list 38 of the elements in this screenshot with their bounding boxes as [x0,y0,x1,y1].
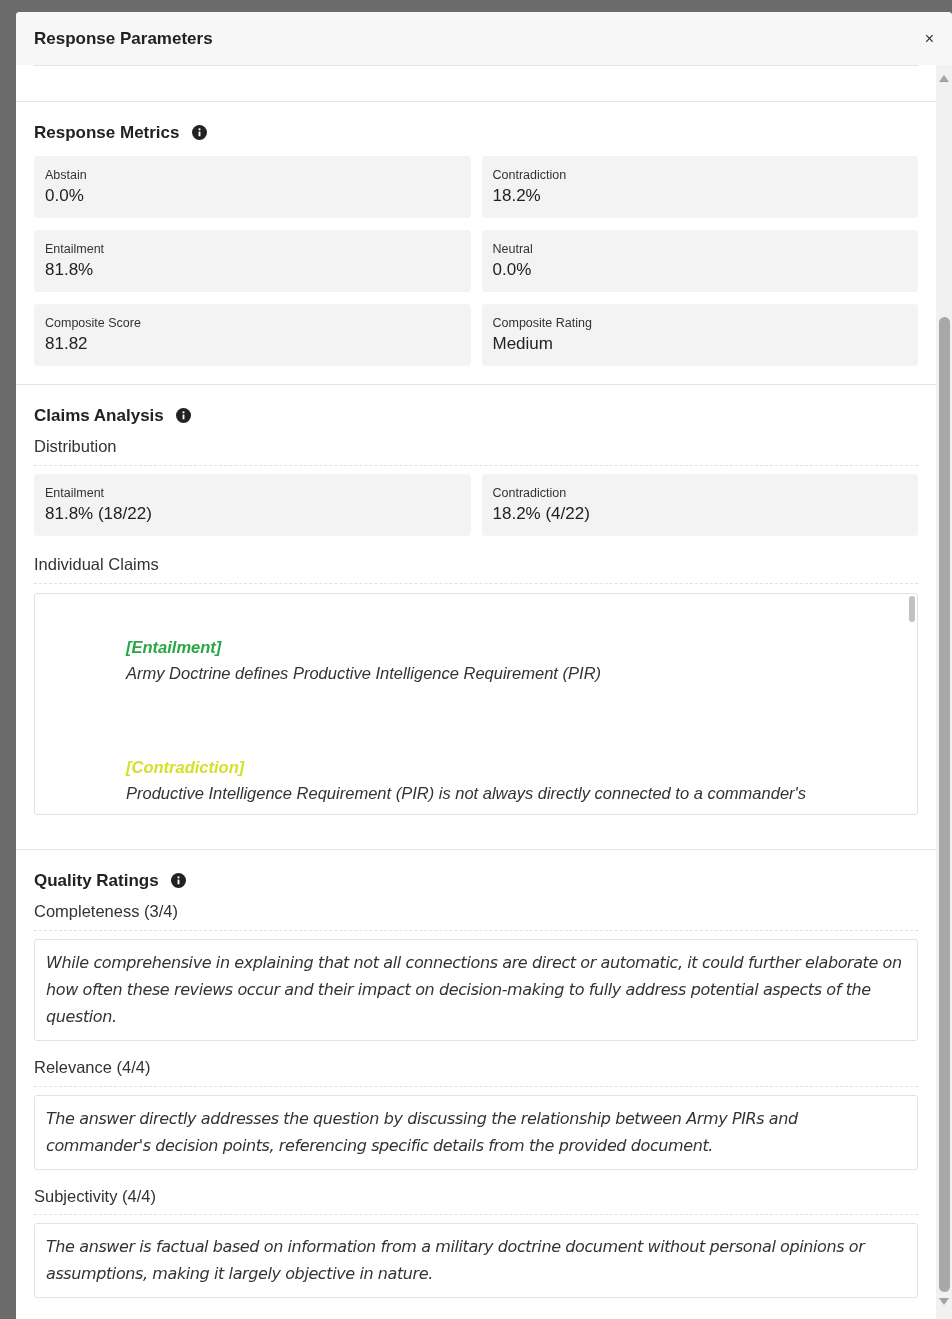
claim-label: [Entailment] [126,636,223,658]
metric-label: Neutral [492,240,534,257]
comment-text: While comprehensive in explaining that not all connections are direct or automatic, it could further elaborate on how often these reviews occur and their impact on decision-making to fully address potential aspects of the question. [46,951,903,1028]
metric-value: 0.0% [492,258,533,281]
metric-label: Entailment [45,484,106,501]
subheading: Subjectivity (4/4) [34,1183,918,1216]
metric-value: 18.2% [492,184,542,207]
subheading: Distribution [34,434,918,466]
claim-label: [Contradiction] [126,756,246,778]
info-icon[interactable] [175,407,191,423]
section-title: Response Metrics [34,122,180,144]
subheading: Completeness (3/4) [34,899,918,931]
claim-text: Army Doctrine defines Productive Intelligence Requirement (PIR) [126,662,603,684]
info-icon[interactable] [191,125,207,141]
section-title: Claims Analysis [34,404,164,427]
metric-label: Composite Score [45,314,142,331]
section-title: Quality Ratings [34,869,159,892]
metric-value: 81.82 [45,332,89,355]
scrollbar-thumb[interactable] [938,317,950,1292]
metric-label: Abstain [45,166,88,183]
metric-value: 81.8% [45,258,95,281]
metric-label: Contradiction [492,166,568,183]
scrollbar-thumb [909,595,915,622]
comment-text: The answer is factual based on information from a military doctrine document without personal opinions or assumptions, making it largely objective in nature. [46,1236,867,1286]
close-button[interactable]: × [922,26,936,51]
metric-label: Entailment [45,240,106,257]
metric-label: Contradiction [492,484,568,501]
metric-label: Composite Rating [492,314,593,331]
metric-value: 18.2% (4/22) [492,502,591,525]
metric-value: 81.8% (18/22) [45,502,153,525]
metric-value: Medium [492,332,554,355]
metric-value: 0.0% [45,184,85,207]
dialog-title: Response Parameters [34,27,213,50]
subheading: Individual Claims [34,551,918,584]
subheading: Relevance (4/4) [34,1054,918,1087]
claim-text: Productive Intelligence Requirement (PIR) is not always directly connected to a commander's [126,782,807,804]
info-icon[interactable] [170,872,186,888]
comment-text: The answer directly addresses the question by discussing the relationship between Army PIRs and commander's decision points, referencing specific details from the provided document. [46,1107,799,1157]
